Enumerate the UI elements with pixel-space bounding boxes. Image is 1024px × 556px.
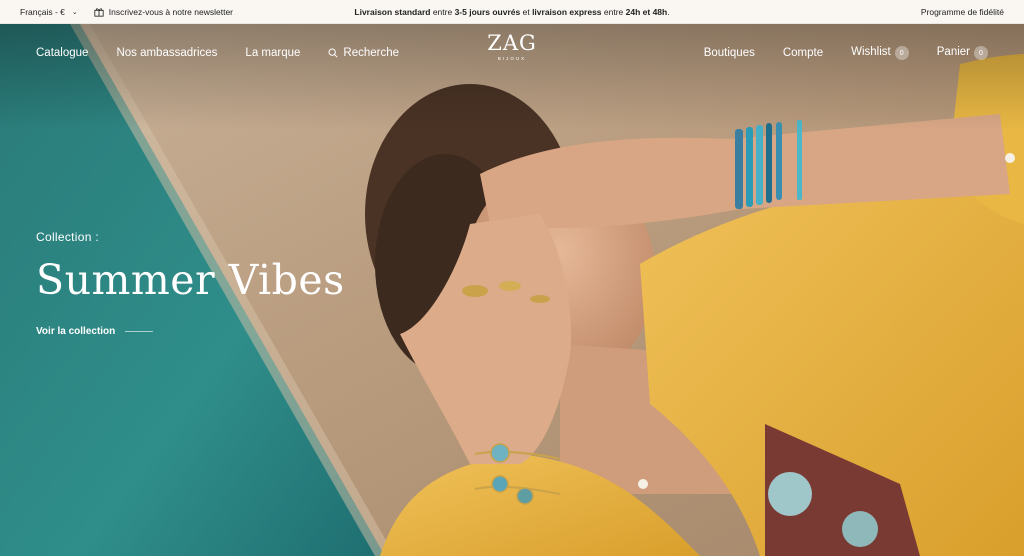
hero-title: Summer Vibes <box>36 256 345 304</box>
nav-boutiques[interactable]: Boutiques <box>704 47 755 59</box>
nav-compte[interactable]: Compte <box>783 47 823 59</box>
gift-icon <box>94 7 104 17</box>
cart-count-badge: 0 <box>974 46 988 61</box>
view-collection-label: Voir la collection <box>36 326 116 337</box>
view-collection-link[interactable]: Voir la collection <box>36 326 345 337</box>
loyalty-program-link[interactable]: Programme de fidélité <box>921 7 1004 17</box>
wishlist-count-badge: 0 <box>894 46 909 61</box>
top-info-bar: Français - € ⌄ Inscrivez-vous à notre ne… <box>0 0 1024 24</box>
nav-panier[interactable]: Panier 0 <box>937 46 988 61</box>
nav-la-marque[interactable]: La marque <box>245 47 300 59</box>
wishlist-label: Wishlist <box>851 45 891 58</box>
nav-catalogue[interactable]: Catalogue <box>36 47 88 59</box>
search-icon <box>328 48 338 58</box>
shipping-express-delay: 24h et 48h <box>625 6 668 17</box>
newsletter-link[interactable]: Inscrivez-vous à notre newsletter <box>94 7 233 17</box>
main-navigation: Catalogue Nos ambassadrices La marque Re… <box>0 24 1024 82</box>
shipping-express: livraison express <box>532 6 602 17</box>
newsletter-label: Inscrivez-vous à notre newsletter <box>108 6 233 17</box>
language-label: Français - € <box>20 6 65 17</box>
cart-label: Panier <box>936 45 970 58</box>
shipping-text: entre <box>430 6 455 17</box>
collection-kicker: Collection : <box>36 230 99 244</box>
shipping-standard-delay: 3-5 jours ouvrés <box>454 6 521 17</box>
logo-mark: ZAG <box>487 31 537 55</box>
shipping-standard: Livraison standard <box>354 6 431 17</box>
nav-wishlist[interactable]: Wishlist 0 <box>851 46 909 61</box>
shipping-text: et <box>520 6 533 17</box>
hero-content: Collection : Summer Vibes Voir la collec… <box>36 230 345 337</box>
search-label: Recherche <box>343 47 400 59</box>
cta-underline <box>125 331 154 332</box>
chevron-down-icon: ⌄ <box>71 8 78 16</box>
language-currency-selector[interactable]: Français - € ⌄ <box>20 7 78 17</box>
hero-banner: Catalogue Nos ambassadrices La marque Re… <box>0 24 1024 556</box>
logo-subtitle: BIJOUX <box>497 56 527 61</box>
shipping-text: . <box>667 6 670 17</box>
nav-ambassadrices[interactable]: Nos ambassadrices <box>116 47 217 59</box>
brand-logo[interactable]: ZAG BIJOUX <box>487 31 537 62</box>
shipping-text: entre <box>601 6 626 17</box>
nav-search[interactable]: Recherche <box>328 47 399 59</box>
